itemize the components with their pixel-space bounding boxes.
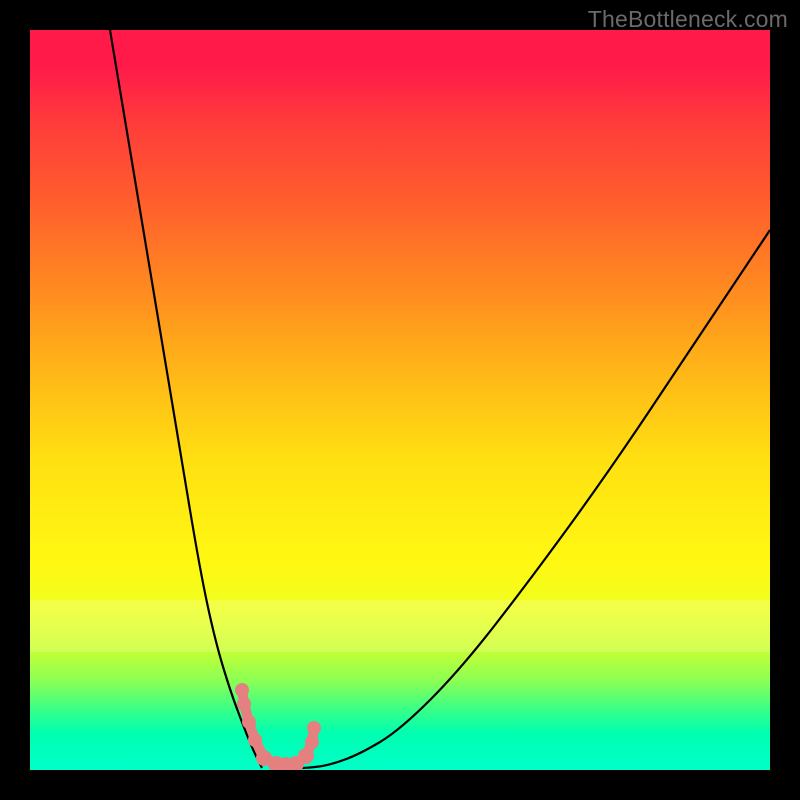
- highlight-band: [30, 600, 770, 652]
- gradient-plot-area: [30, 30, 770, 770]
- watermark-text: TheBottleneck.com: [588, 6, 788, 33]
